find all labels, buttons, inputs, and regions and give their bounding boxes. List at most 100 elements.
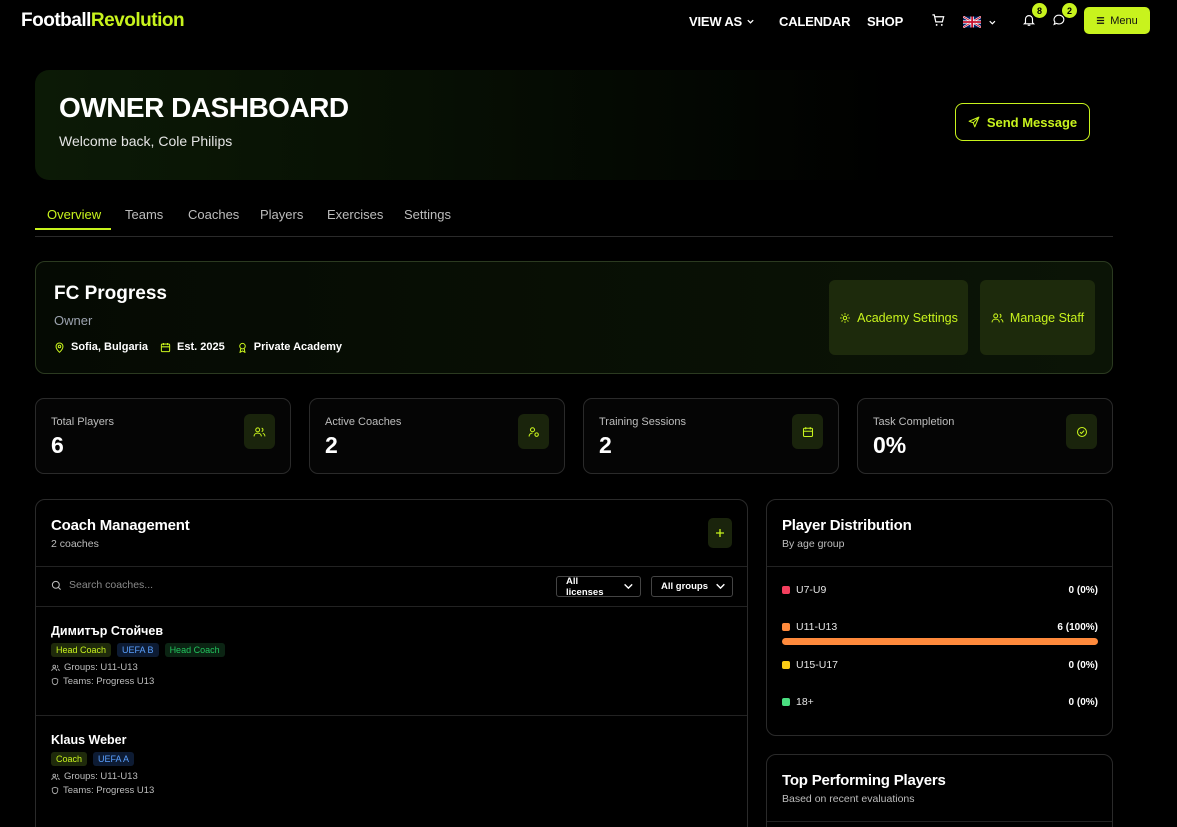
coach-chips: Coach UEFA A — [51, 752, 154, 766]
stat-value: 6 — [51, 432, 64, 458]
users-icon — [51, 664, 60, 671]
license-chip: UEFA B — [117, 643, 159, 657]
manage-staff-button[interactable]: Manage Staff — [980, 280, 1095, 355]
top-performing-panel: Top Performing Players Based on recent e… — [766, 754, 1113, 827]
dashboard-tabs: Overview Teams Coaches Players Exercises… — [35, 200, 1113, 237]
coach-count: 2 coaches — [51, 538, 99, 550]
group-filter-value: All groups — [661, 581, 708, 592]
language-selector[interactable] — [963, 14, 997, 30]
coach-name: Димитър Стойчев — [51, 624, 164, 638]
position-chip: Head Coach — [164, 643, 225, 657]
hamburger-icon — [1097, 17, 1105, 24]
stat-value: 2 — [599, 432, 612, 458]
cart-icon[interactable] — [931, 13, 947, 29]
coach-teams-text: Teams: Progress U13 — [63, 785, 155, 796]
u11-u13-color-dot — [782, 623, 790, 631]
gear-icon — [840, 312, 850, 323]
top-performing-subtitle: Based on recent evaluations — [782, 793, 915, 805]
chevron-down-icon — [716, 583, 725, 590]
coach-management-panel: Coach Management 2 coaches Search coache… — [35, 499, 748, 827]
18-plus-color-dot — [782, 698, 790, 706]
tab-exercises[interactable]: Exercises — [327, 207, 383, 222]
calendar-icon — [160, 342, 171, 352]
distribution-row: U11-U13 6 (100%) — [782, 621, 1098, 633]
club-established-text: Est. 2025 — [177, 341, 225, 353]
group-filter-select[interactable]: All groups — [651, 576, 733, 597]
coach-groups: Groups: U11-U13 — [51, 662, 225, 673]
menu-label: Menu — [1110, 14, 1138, 27]
calendar-icon — [792, 414, 823, 449]
age-group-value: 6 (100%) — [1057, 621, 1098, 633]
menu-button[interactable]: Menu — [1084, 7, 1150, 34]
stat-card-active-coaches: Active Coaches 2 — [309, 398, 565, 474]
role-chip: Coach — [51, 752, 88, 766]
coach-groups: Groups: U11-U13 — [51, 771, 154, 782]
top-nav: FootballRevolution VIEW AS CALENDAR SHOP… — [0, 0, 1177, 42]
add-coach-button[interactable] — [708, 518, 732, 548]
brand-logo[interactable]: FootballRevolution — [21, 10, 185, 32]
stat-label: Active Coaches — [325, 416, 402, 428]
club-name: FC Progress — [54, 283, 167, 304]
tab-players[interactable]: Players — [260, 207, 303, 222]
tab-teams[interactable]: Teams — [125, 207, 163, 222]
tab-coaches[interactable]: Coaches — [188, 207, 239, 222]
age-group-label: U7-U9 — [796, 584, 827, 596]
coach-chips: Head Coach UEFA B Head Coach — [51, 643, 225, 657]
tab-overview[interactable]: Overview — [47, 207, 101, 222]
coach-row[interactable]: Klaus Weber Coach UEFA A Groups: U11-U13… — [51, 733, 154, 796]
chevron-down-icon — [989, 20, 996, 25]
calendar-link[interactable]: CALENDAR — [779, 14, 851, 29]
coach-teams: Teams: Progress U13 — [51, 676, 225, 687]
users-icon — [244, 414, 275, 449]
club-role: Owner — [54, 313, 93, 328]
player-distribution-panel: Player Distribution By age group U7-U9 0… — [766, 499, 1113, 736]
send-message-button[interactable]: Send Message — [955, 103, 1090, 141]
view-as-dropdown[interactable]: VIEW AS — [689, 14, 755, 29]
player-distribution-title: Player Distribution — [782, 517, 912, 534]
brand-logo-part2: Revolution — [90, 10, 185, 31]
age-group-value: 0 (0%) — [1068, 659, 1098, 671]
view-as-label: VIEW AS — [689, 14, 743, 29]
top-performing-title: Top Performing Players — [782, 772, 946, 789]
coach-teams: Teams: Progress U13 — [51, 785, 154, 796]
club-type: Private Academy — [237, 341, 342, 353]
users-icon — [51, 773, 60, 780]
chevron-down-icon — [624, 583, 633, 590]
search-input[interactable]: Search coaches... — [69, 579, 153, 591]
stat-card-task-completion: Task Completion 0% — [857, 398, 1113, 474]
coach-management-title: Coach Management — [51, 517, 190, 534]
search-icon — [51, 580, 61, 590]
shop-link[interactable]: SHOP — [867, 14, 903, 29]
age-group-label: U11-U13 — [796, 621, 838, 633]
users-icon — [991, 312, 1004, 322]
stat-label: Total Players — [51, 416, 114, 428]
manage-staff-label: Manage Staff — [1009, 310, 1085, 325]
coach-row[interactable]: Димитър Стойчев Head Coach UEFA B Head C… — [51, 624, 225, 687]
u11-u13-progress-bar — [782, 638, 1098, 645]
send-icon — [968, 116, 980, 128]
dashboard-hero: OWNER DASHBOARD Welcome back, Cole Phili… — [35, 70, 1113, 180]
stat-label: Training Sessions — [599, 416, 687, 428]
search-coaches[interactable]: Search coaches... — [51, 579, 153, 591]
u15-u17-color-dot — [782, 661, 790, 669]
divider — [36, 606, 747, 607]
coach-groups-text: Groups: U11-U13 — [64, 662, 138, 673]
player-distribution-subtitle: By age group — [782, 538, 845, 550]
tab-settings[interactable]: Settings — [404, 207, 451, 222]
coach-groups-text: Groups: U11-U13 — [64, 771, 138, 782]
academy-settings-button[interactable]: Academy Settings — [829, 280, 968, 355]
award-icon — [238, 342, 246, 353]
license-filter-select[interactable]: All licenses — [556, 576, 641, 598]
shield-icon — [51, 786, 59, 795]
distribution-row: U15-U17 0 (0%) — [782, 659, 1098, 671]
divider — [767, 566, 1112, 567]
distribution-row: U7-U9 0 (0%) — [782, 584, 1098, 596]
shield-icon — [51, 677, 59, 686]
age-group-value: 0 (0%) — [1068, 584, 1098, 596]
coach-teams-text: Teams: Progress U13 — [63, 676, 155, 687]
divider — [36, 566, 747, 567]
age-group-label: U15-U17 — [796, 659, 839, 671]
divider — [767, 821, 1112, 822]
age-group-value: 0 (0%) — [1068, 696, 1098, 708]
chevron-down-icon — [747, 19, 754, 24]
